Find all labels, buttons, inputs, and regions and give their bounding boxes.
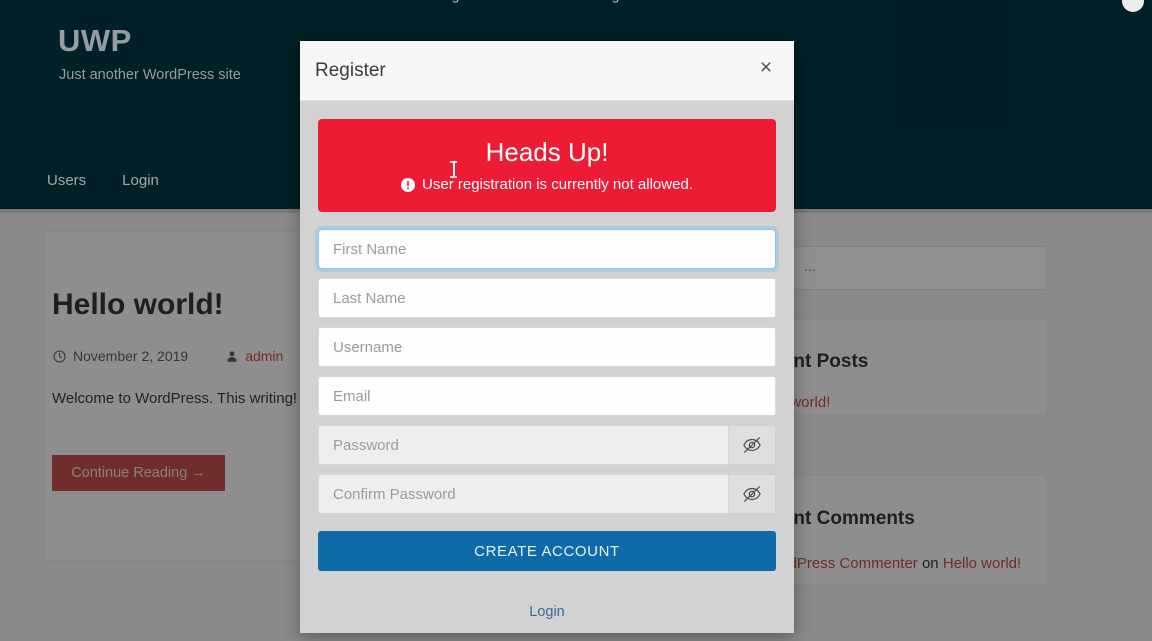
alert-message: User registration is currently not allow… <box>422 176 693 193</box>
password-input[interactable] <box>318 425 728 465</box>
username-field <box>318 327 776 367</box>
register-modal: Register × Heads Up! User registration i… <box>300 41 794 633</box>
eye-slash-icon[interactable] <box>728 425 776 465</box>
alert-heading: Heads Up! <box>485 137 609 167</box>
confirm-password-input[interactable] <box>318 474 728 514</box>
username-input[interactable] <box>318 327 776 367</box>
modal-header: Register × <box>300 41 794 101</box>
first-name-input[interactable] <box>318 229 776 269</box>
create-account-button[interactable]: CREATE ACCOUNT <box>318 531 776 571</box>
email-field <box>318 376 776 416</box>
close-icon[interactable]: × <box>753 55 779 81</box>
alert-banner: Heads Up! User registration is currently… <box>318 119 776 212</box>
last-name-input[interactable] <box>318 278 776 318</box>
last-name-field <box>318 278 776 318</box>
password-field <box>318 425 776 465</box>
email-input[interactable] <box>318 376 776 416</box>
modal-title: Register <box>315 60 386 81</box>
modal-footer: Login <box>300 589 794 633</box>
login-link[interactable]: Login <box>529 604 564 620</box>
alert-message-row: User registration is currently not allow… <box>328 176 766 193</box>
modal-body: Heads Up! User registration is currently… <box>300 101 794 589</box>
confirm-password-field <box>318 474 776 514</box>
eye-slash-icon-confirm[interactable] <box>728 474 776 514</box>
page-root: g g UWP Just another WordPress site User… <box>0 0 1152 641</box>
exclamation-circle-icon <box>401 177 416 192</box>
first-name-field <box>318 229 776 269</box>
